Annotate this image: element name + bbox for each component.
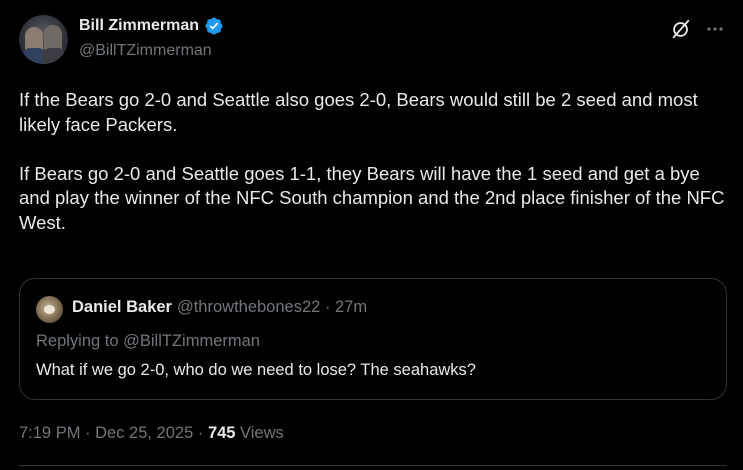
quoted-text: What if we go 2-0, who do we need to los… (36, 361, 476, 379)
tweet-meta: 7:19 PM · Dec 25, 2025 · 745 Views (19, 424, 284, 443)
author-name-row: Bill Zimmerman (79, 16, 224, 36)
quoted-handle-time[interactable]: @throwthebones22 · 27m (177, 298, 367, 317)
quoted-replying-to[interactable]: Replying to @BillTZimmerman (36, 332, 260, 351)
tweet-timestamp[interactable]: 7:19 PM · Dec 25, 2025 · (19, 424, 208, 442)
quoted-display-name[interactable]: Daniel Baker (72, 298, 172, 317)
author-handle[interactable]: @BillTZimmerman (79, 42, 212, 60)
quoted-header: Daniel Baker @throwthebones22 · 27m (72, 298, 367, 317)
grok-icon[interactable] (670, 18, 692, 40)
quoted-tweet[interactable]: Daniel Baker @throwthebones22 · 27m Repl… (19, 278, 727, 400)
author-display-name[interactable]: Bill Zimmerman (79, 17, 199, 35)
tweet: Bill Zimmerman @BillTZimmerman If the Be… (0, 0, 743, 470)
views-count: 745 (207, 424, 236, 442)
verified-badge-icon (205, 17, 223, 35)
more-options-icon[interactable] (706, 20, 724, 38)
author-avatar[interactable] (19, 15, 68, 64)
divider (19, 465, 727, 466)
tweet-text: If the Bears go 2-0 and Seattle also goe… (19, 88, 729, 235)
tweet-paragraph: If the Bears go 2-0 and Seattle also goe… (19, 89, 698, 135)
views-label: Views (235, 424, 284, 442)
tweet-paragraph: If Bears go 2-0 and Seattle goes 1-1, th… (19, 162, 725, 233)
quoted-avatar[interactable] (36, 296, 63, 323)
